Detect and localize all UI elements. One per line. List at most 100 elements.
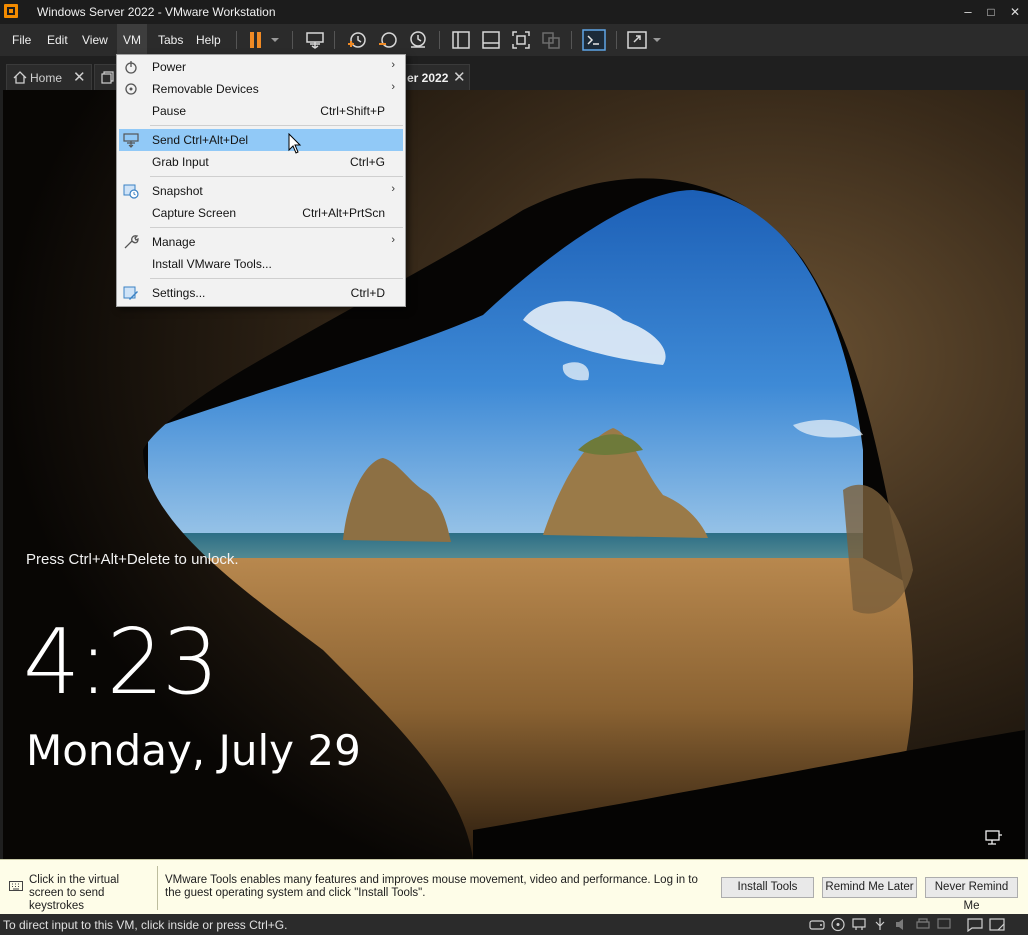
menu-separator bbox=[150, 227, 403, 228]
hard-disk-icon[interactable] bbox=[809, 917, 825, 932]
vm-menu-capture-screen-label: Capture Screen bbox=[152, 206, 237, 220]
chevron-right-icon: › bbox=[391, 59, 395, 71]
menu-help[interactable]: Help bbox=[190, 24, 227, 56]
status-bar: To direct input to this VM, click inside… bbox=[0, 914, 1028, 935]
vm-menu-grab-input-label: Grab Input bbox=[152, 155, 209, 169]
console-view-icon[interactable] bbox=[582, 29, 606, 51]
chevron-right-icon: › bbox=[391, 183, 395, 195]
snapshot-manager-icon[interactable] bbox=[407, 30, 429, 50]
mouse-cursor-icon bbox=[288, 133, 302, 154]
menu-view[interactable]: View bbox=[76, 24, 114, 56]
removable-devices-icon bbox=[125, 83, 137, 95]
remind-me-later-button[interactable]: Remind Me Later bbox=[822, 877, 917, 898]
printer-icon[interactable] bbox=[915, 917, 931, 932]
wrench-icon bbox=[124, 235, 139, 249]
status-text: To direct input to this VM, click inside… bbox=[3, 918, 288, 932]
lock-screen-hint: Press Ctrl+Alt+Delete to unlock. bbox=[26, 551, 239, 568]
chevron-down-icon[interactable] bbox=[268, 30, 282, 50]
show-thumbnail-bar-icon[interactable] bbox=[480, 30, 502, 50]
snapshot-icon bbox=[123, 184, 139, 199]
toolbar-separator bbox=[616, 31, 617, 49]
network-adapter-icon[interactable] bbox=[851, 917, 867, 932]
vm-menu-power-label: Power bbox=[152, 60, 187, 74]
vm-menu-manage[interactable]: Manage › bbox=[119, 231, 403, 253]
lock-screen-time: 4:23 bbox=[23, 610, 219, 715]
show-library-icon[interactable] bbox=[450, 30, 472, 50]
vm-menu-grab-input-shortcut: Ctrl+G bbox=[349, 155, 385, 169]
vmware-tools-notification: Click in the virtual screen to send keys… bbox=[0, 859, 1028, 914]
title-bar: Windows Server 2022 - VMware Workstation… bbox=[0, 0, 1028, 24]
toolbar-separator bbox=[292, 31, 293, 49]
close-button[interactable]: ✕ bbox=[1003, 0, 1027, 24]
unity-icon[interactable] bbox=[540, 30, 562, 50]
tab-home-close-icon[interactable]: ✕ bbox=[73, 68, 86, 86]
vm-menu-pause[interactable]: Pause Ctrl+Shift+P bbox=[119, 100, 403, 122]
usb-controller-icon[interactable] bbox=[872, 917, 888, 932]
vm-menu-install-vmware-tools[interactable]: Install VMware Tools... bbox=[119, 253, 403, 275]
install-tools-button[interactable]: Install Tools bbox=[721, 877, 814, 898]
vm-menu-settings[interactable]: Settings... Ctrl+D bbox=[119, 282, 403, 304]
tab-vm-close-icon[interactable]: ✕ bbox=[453, 68, 466, 86]
menu-edit[interactable]: Edit bbox=[41, 24, 74, 56]
vm-menu-install-vmware-tools-label: Install VMware Tools... bbox=[152, 257, 272, 271]
chevron-down-icon[interactable] bbox=[650, 30, 664, 50]
menu-tabs[interactable]: Tabs bbox=[152, 24, 189, 56]
vm-menu-removable-devices-label: Removable Devices bbox=[152, 82, 259, 96]
keystroke-hint: Click in the virtual screen to send keys… bbox=[29, 874, 120, 912]
vm-menu-power[interactable]: Power › bbox=[119, 56, 403, 78]
vm-menu-settings-shortcut: Ctrl+D bbox=[350, 286, 385, 300]
vm-menu-send-ctrl-alt-del-label: Send Ctrl+Alt+Del bbox=[152, 133, 249, 147]
never-remind-me-button[interactable]: Never Remind Me bbox=[925, 877, 1018, 912]
send-ctrl-alt-del-icon[interactable] bbox=[304, 30, 326, 50]
tools-message: VMware Tools enables many features and i… bbox=[165, 874, 698, 899]
home-icon bbox=[13, 71, 27, 84]
stretch-guest-icon[interactable] bbox=[626, 30, 648, 50]
notification-divider bbox=[157, 866, 158, 910]
vm-menu-capture-screen-shortcut: Ctrl+Alt+PrtScn bbox=[302, 206, 385, 220]
keyboard-icon bbox=[9, 881, 23, 891]
chevron-right-icon: › bbox=[391, 81, 395, 93]
full-screen-icon[interactable] bbox=[510, 30, 532, 50]
vm-menu-settings-label: Settings... bbox=[152, 286, 206, 300]
vm-menu-manage-label: Manage bbox=[152, 235, 196, 249]
vm-menu-pause-shortcut: Ctrl+Shift+P bbox=[320, 104, 385, 118]
vm-menu-send-ctrl-alt-del[interactable]: Send Ctrl+Alt+Del bbox=[119, 129, 403, 151]
vm-menu-pause-label: Pause bbox=[152, 104, 187, 118]
send-ctrl-alt-del-icon bbox=[123, 133, 139, 148]
vm-menu-snapshot[interactable]: Snapshot › bbox=[119, 180, 403, 202]
take-snapshot-icon[interactable] bbox=[346, 30, 368, 50]
vm-menu-grab-input[interactable]: Grab Input Ctrl+G bbox=[119, 151, 403, 173]
settings-icon bbox=[123, 286, 138, 300]
vm-menu-dropdown: Power › Removable Devices › Pause Ctrl+S… bbox=[116, 54, 406, 307]
chevron-right-icon: › bbox=[391, 234, 395, 246]
maximize-button[interactable]: □ bbox=[979, 0, 1003, 24]
minimize-button[interactable]: – bbox=[956, 0, 980, 24]
menu-separator bbox=[150, 176, 403, 177]
window-title: Windows Server 2022 - VMware Workstation bbox=[37, 5, 276, 19]
menu-separator bbox=[150, 125, 403, 126]
messages-icon[interactable] bbox=[967, 917, 983, 932]
toolbar-separator bbox=[236, 31, 237, 49]
vm-icon bbox=[101, 71, 114, 84]
sound-card-icon[interactable] bbox=[894, 917, 910, 932]
menu-separator bbox=[150, 278, 403, 279]
toolbar-separator bbox=[334, 31, 335, 49]
vm-menu-removable-devices[interactable]: Removable Devices › bbox=[119, 78, 403, 100]
power-icon bbox=[125, 61, 137, 74]
tab-home[interactable]: Home ✕ bbox=[6, 64, 92, 90]
vmware-app-icon[interactable] bbox=[3, 3, 19, 19]
tab-vm-label: er 2022 bbox=[407, 71, 449, 85]
network-icon[interactable] bbox=[985, 830, 1003, 846]
menu-vm[interactable]: VM bbox=[117, 24, 147, 56]
tab-home-label: Home bbox=[30, 71, 63, 85]
revert-snapshot-icon[interactable] bbox=[377, 30, 399, 50]
lock-screen-date: Monday, July 29 bbox=[26, 726, 361, 775]
display-icon[interactable] bbox=[936, 917, 952, 932]
pause-icon[interactable] bbox=[245, 30, 267, 50]
vm-menu-capture-screen[interactable]: Capture Screen Ctrl+Alt+PrtScn bbox=[119, 202, 403, 224]
cd-dvd-icon[interactable] bbox=[830, 917, 846, 932]
toolbar-separator bbox=[571, 31, 572, 49]
vm-menu-snapshot-label: Snapshot bbox=[152, 184, 203, 198]
menu-file[interactable]: File bbox=[6, 24, 37, 56]
fullscreen-toggle-icon[interactable] bbox=[989, 917, 1005, 932]
